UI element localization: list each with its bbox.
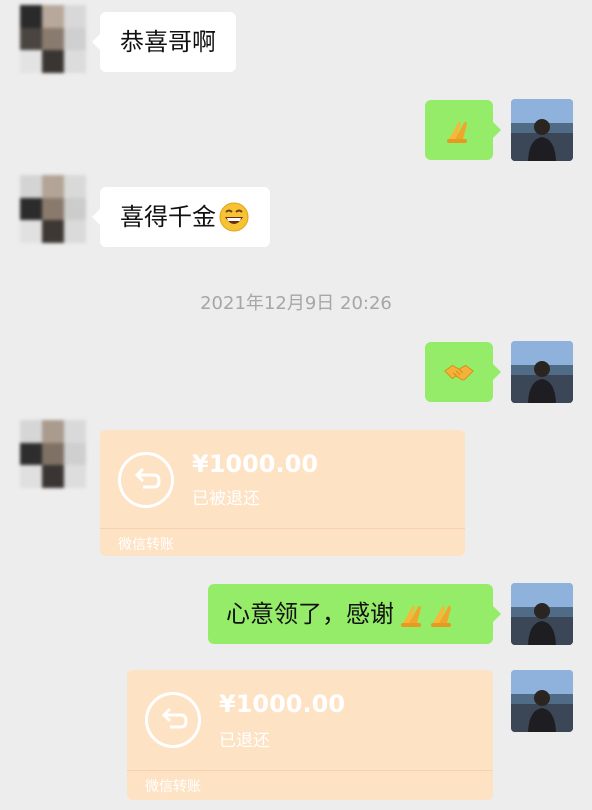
self-photo: [511, 583, 573, 645]
return-arrow-icon: [118, 452, 174, 508]
message-bubble-outgoing[interactable]: [425, 342, 501, 402]
grinning-face-icon: [219, 202, 249, 232]
message-bubble-incoming[interactable]: 喜得千金: [92, 187, 270, 247]
transfer-divider: [100, 528, 465, 529]
message-text: 喜得千金: [120, 203, 216, 231]
folded-hands-icon: [401, 605, 421, 627]
self-avatar[interactable]: [511, 670, 573, 732]
transfer-status: 已被退还: [192, 489, 260, 509]
message-bubble-outgoing[interactable]: [425, 100, 501, 160]
self-avatar[interactable]: [511, 583, 573, 645]
transfer-card-returned[interactable]: ¥1000.00 已退还 微信转账: [127, 670, 493, 800]
transfer-amount: ¥1000.00: [192, 450, 319, 478]
message-bubble-incoming[interactable]: 恭喜哥啊: [92, 12, 236, 72]
contact-avatar[interactable]: [20, 420, 86, 488]
folded-hands-icon: [447, 121, 467, 143]
self-photo: [511, 99, 573, 161]
message-text: 恭喜哥啊: [120, 28, 216, 56]
self-avatar[interactable]: [511, 341, 573, 403]
transfer-card-returned[interactable]: ¥1000.00 已被退还 微信转账: [100, 430, 465, 556]
return-arrow-icon: [145, 692, 201, 748]
transfer-amount: ¥1000.00: [219, 690, 346, 718]
timestamp: 2021年12月9日 20:26: [200, 293, 392, 314]
transfer-status: 已退还: [219, 731, 270, 751]
self-photo: [511, 670, 573, 732]
folded-hands-icon: [431, 605, 451, 627]
transfer-footer: 微信转账: [118, 537, 174, 553]
contact-avatar[interactable]: [20, 5, 86, 73]
handshake-icon: [444, 364, 474, 381]
message-text: 心意领了，感谢: [226, 600, 394, 628]
self-photo: [511, 341, 573, 403]
transfer-divider: [127, 770, 493, 771]
transfer-footer: 微信转账: [145, 779, 201, 795]
message-bubble-outgoing[interactable]: 心意领了，感谢: [208, 584, 501, 644]
contact-avatar[interactable]: [20, 175, 86, 243]
self-avatar[interactable]: [511, 99, 573, 161]
